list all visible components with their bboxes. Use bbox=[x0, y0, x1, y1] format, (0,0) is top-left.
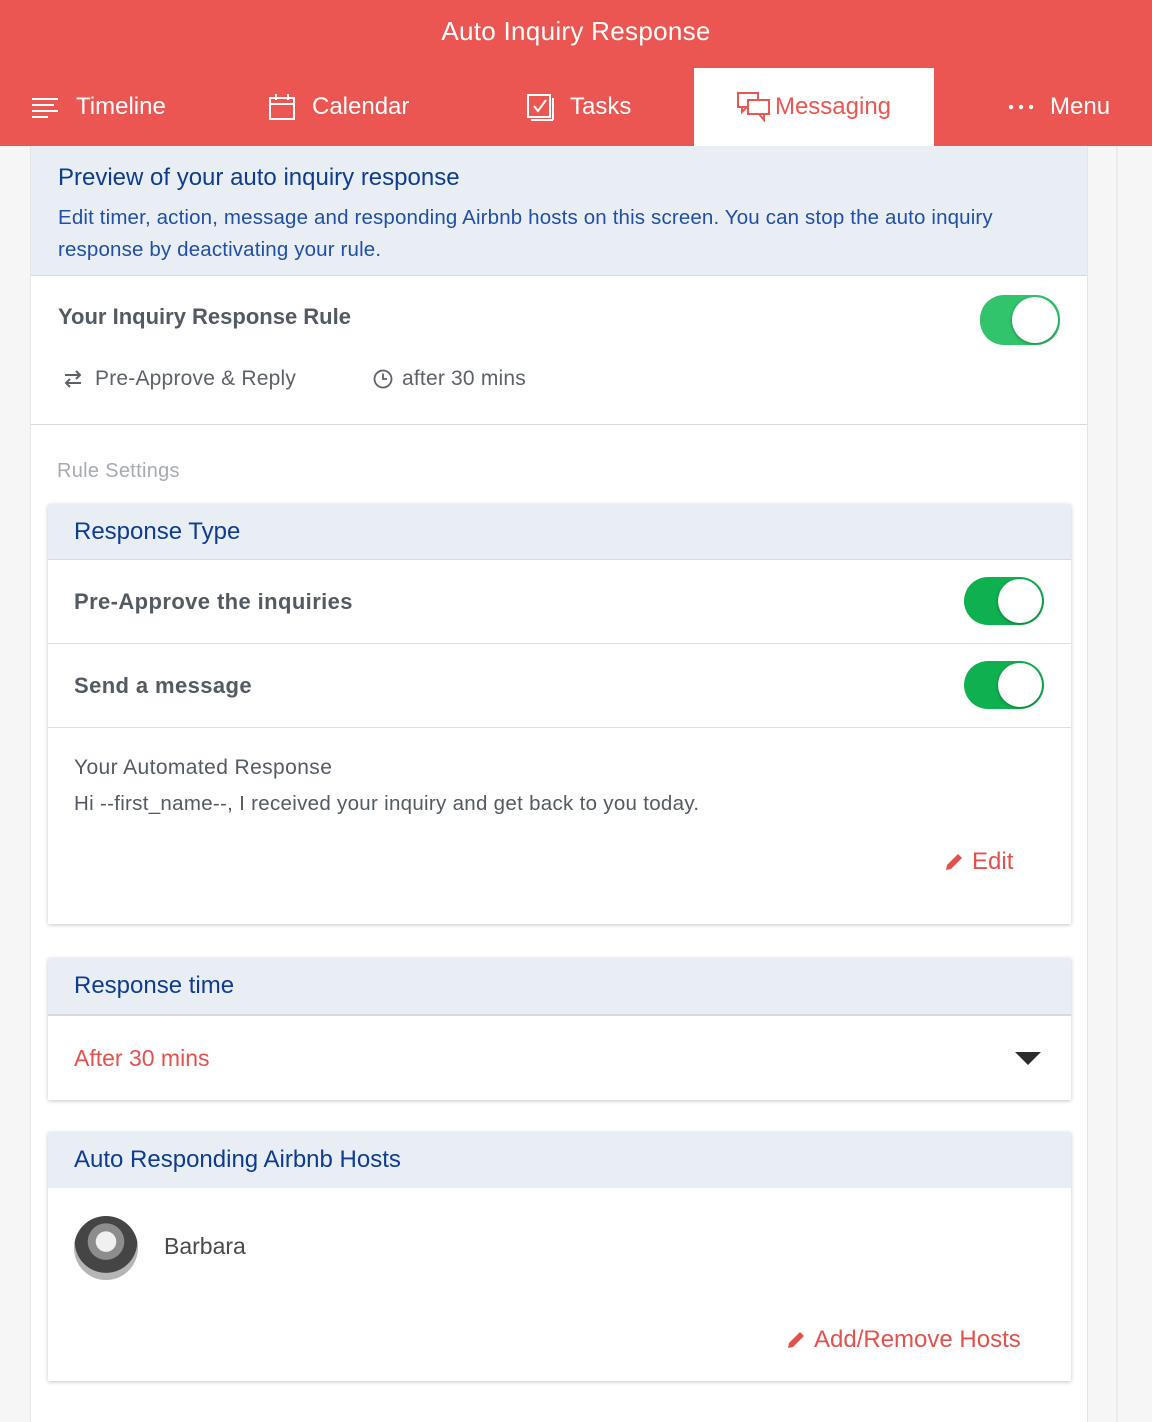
automated-response-text: Hi --first_name--, I received your inqui… bbox=[74, 792, 700, 815]
tab-tasks[interactable]: Tasks bbox=[526, 68, 631, 146]
pre-approve-label: Pre-Approve the inquiries bbox=[74, 588, 353, 614]
tab-messaging[interactable]: Messaging bbox=[694, 68, 934, 146]
tab-menu[interactable]: Menu bbox=[1008, 68, 1110, 146]
host-list: Barbara Add/Remove Hosts bbox=[48, 1188, 1071, 1381]
tab-calendar[interactable]: Calendar bbox=[268, 68, 409, 146]
timeline-icon bbox=[30, 96, 60, 118]
scroll-track bbox=[1116, 146, 1118, 1422]
tab-tasks-label: Tasks bbox=[570, 93, 632, 120]
automated-response-label: Your Automated Response bbox=[74, 756, 333, 779]
calendar-icon bbox=[268, 93, 296, 121]
tab-calendar-label: Calendar bbox=[312, 93, 410, 120]
send-message-row: Send a message bbox=[48, 644, 1071, 728]
rule-summary-card: Your Inquiry Response Rule Pre-Approve &… bbox=[31, 277, 1087, 425]
host-name: Barbara bbox=[164, 1233, 246, 1259]
swap-arrows-icon bbox=[63, 370, 83, 388]
pre-approve-row: Pre-Approve the inquiries bbox=[48, 560, 1071, 644]
chevron-down-icon bbox=[1015, 1052, 1041, 1065]
preview-title: Preview of your auto inquiry response bbox=[58, 164, 460, 191]
pencil-icon bbox=[786, 1330, 806, 1350]
rule-title: Your Inquiry Response Rule bbox=[58, 304, 351, 329]
rule-action: Pre-Approve & Reply bbox=[63, 367, 296, 391]
pre-approve-toggle[interactable] bbox=[964, 577, 1044, 625]
hosts-title: Auto Responding Airbnb Hosts bbox=[48, 1132, 1071, 1188]
response-time-title: Response time bbox=[48, 958, 1071, 1014]
edit-message-button[interactable]: Edit bbox=[944, 848, 1013, 876]
rule-active-toggle[interactable] bbox=[980, 295, 1060, 345]
hosts-card: Auto Responding Airbnb Hosts Barbara Add… bbox=[48, 1132, 1071, 1381]
edit-label: Edit bbox=[972, 848, 1014, 875]
pencil-icon bbox=[944, 852, 964, 872]
rule-action-label: Pre-Approve & Reply bbox=[95, 367, 297, 390]
clock-icon bbox=[373, 369, 393, 389]
nav-bar: Timeline Calendar Tasks Messaging Menu bbox=[0, 68, 1152, 146]
app-title: Auto Inquiry Response bbox=[441, 16, 711, 46]
automated-response-section: Your Automated Response Hi --first_name-… bbox=[48, 728, 1071, 924]
main-content: Preview of your auto inquiry response Ed… bbox=[30, 146, 1088, 1422]
tasks-icon bbox=[526, 93, 554, 121]
response-time-value: After 30 mins bbox=[74, 1044, 210, 1071]
toggle-knob bbox=[1012, 297, 1058, 343]
toggle-knob bbox=[998, 579, 1042, 623]
messaging-icon bbox=[736, 92, 771, 122]
rule-timer-label: after 30 mins bbox=[402, 367, 526, 390]
rule-timer: after 30 mins bbox=[373, 367, 526, 391]
tab-messaging-label: Messaging bbox=[774, 93, 892, 120]
avatar bbox=[74, 1216, 138, 1280]
tab-timeline[interactable]: Timeline bbox=[30, 68, 166, 146]
response-time-card: Response time After 30 mins bbox=[48, 958, 1071, 1100]
toggle-knob bbox=[998, 663, 1042, 707]
response-time-select[interactable]: After 30 mins bbox=[48, 1014, 1071, 1100]
response-type-card: Response Type Pre-Approve the inquiries … bbox=[48, 504, 1071, 924]
add-remove-hosts-button[interactable]: Add/Remove Hosts bbox=[786, 1326, 1021, 1354]
send-message-toggle[interactable] bbox=[964, 661, 1044, 709]
tab-timeline-label: Timeline bbox=[76, 93, 166, 120]
more-dots-icon bbox=[1008, 103, 1034, 111]
preview-banner: Preview of your auto inquiry response Ed… bbox=[31, 146, 1087, 276]
rule-settings-label: Rule Settings bbox=[57, 460, 180, 482]
response-type-title: Response Type bbox=[48, 504, 1071, 560]
send-message-label: Send a message bbox=[74, 672, 253, 698]
preview-description: Edit timer, action, message and respondi… bbox=[58, 206, 993, 261]
app-header: Auto Inquiry Response Timeline Calendar … bbox=[0, 0, 1152, 146]
tab-menu-label: Menu bbox=[1050, 93, 1111, 120]
add-remove-hosts-label: Add/Remove Hosts bbox=[814, 1326, 1021, 1353]
